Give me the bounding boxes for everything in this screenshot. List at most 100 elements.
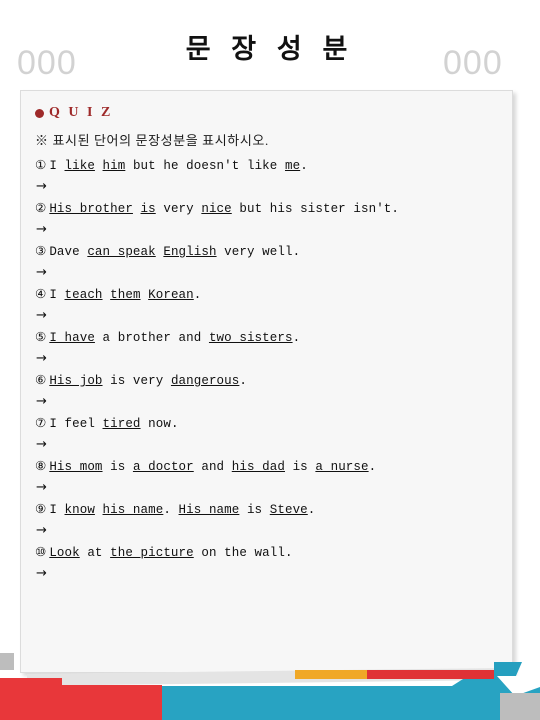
plain-phrase: . [193, 288, 202, 302]
underlined-phrase: his name [102, 503, 164, 517]
quiz-item: ⑥ His job is very dangerous. [35, 372, 504, 388]
underlined-phrase: them [110, 288, 141, 302]
number-placeholder-left: 000 [17, 44, 77, 82]
quiz-item-sentence: His mom is a doctor and his dad is a nur… [49, 460, 376, 474]
quiz-item-marker: ④ [35, 286, 47, 301]
underlined-phrase: Korean [148, 288, 194, 302]
deco-orange-bar [295, 670, 367, 679]
plain-phrase: is very [102, 374, 171, 388]
underlined-phrase: Look [49, 546, 80, 560]
plain-phrase [95, 503, 103, 517]
plain-phrase [95, 159, 103, 173]
quiz-item-sentence: I have a brother and two sisters. [49, 331, 300, 345]
quiz-item-sentence: I like him but he doesn't like me. [49, 159, 307, 173]
quiz-item: ⑤I have a brother and two sisters. [35, 329, 504, 345]
plain-phrase: now. [140, 417, 179, 431]
underlined-phrase: His brother [49, 202, 133, 216]
underlined-phrase: tired [102, 417, 141, 431]
underlined-phrase: nice [201, 202, 232, 216]
underlined-phrase: like [64, 159, 95, 173]
plain-phrase: . [239, 374, 247, 388]
deco-red-bar [367, 670, 506, 679]
quiz-item: ④I teach them Korean. [35, 286, 504, 302]
number-placeholder-right: 000 [443, 44, 503, 82]
underlined-phrase: me [284, 159, 301, 173]
plain-phrase: is [284, 460, 316, 474]
underlined-phrase: can speak [87, 245, 156, 259]
quiz-item: ⑦I feel tired now. [35, 415, 504, 431]
underlined-phrase: two sisters [208, 331, 293, 345]
plain-phrase: I [49, 288, 65, 302]
quiz-heading: Q U I Z [35, 105, 504, 121]
underlined-phrase: a nurse [315, 460, 369, 474]
answer-arrow: → [36, 480, 47, 495]
answer-arrow: → [36, 308, 47, 323]
plain-phrase: is [239, 503, 270, 517]
quiz-item: ⑨I know his name. His name is Steve. [35, 501, 504, 517]
answer-arrow: → [36, 523, 47, 538]
underlined-phrase: teach [64, 288, 103, 302]
plain-phrase: but his sister isn't. [231, 202, 399, 216]
quiz-item-marker: ⑦ [35, 415, 47, 430]
plain-phrase: . [292, 331, 301, 345]
plain-phrase: on the wall. [193, 546, 293, 560]
page-title: 문 장 성 분 [185, 34, 355, 64]
underlined-phrase: a doctor [132, 460, 194, 474]
deco-gray-left-block [0, 653, 14, 670]
quiz-body: Q U I Z ※ 표시된 단어의 문장성분을 표시하시오. ①I like h… [35, 105, 504, 587]
underlined-phrase: is [140, 202, 156, 216]
footer-decoration [0, 640, 540, 720]
underlined-phrase: His job [49, 374, 103, 388]
plain-phrase: at [79, 546, 111, 560]
quiz-item-marker: ① [35, 157, 47, 172]
deco-red-left-block [0, 678, 62, 720]
answer-arrow: → [36, 265, 47, 280]
quiz-heading-label: Q U I Z [49, 105, 113, 120]
quiz-item-sentence: Look at the picture on the wall. [49, 546, 292, 560]
underlined-phrase: dangerous [170, 374, 240, 388]
quiz-instruction: ※ 표시된 단어의 문장성분을 표시하시오. [35, 133, 269, 148]
quiz-item: ①I like him but he doesn't like me. [35, 157, 504, 173]
underlined-phrase: the picture [110, 546, 194, 560]
quiz-item: ⑧ His mom is a doctor and his dad is a nu… [35, 458, 504, 474]
deco-gray-right-block [500, 693, 540, 720]
plain-phrase: I [49, 159, 65, 173]
answer-arrow: → [36, 437, 47, 452]
plain-phrase: Dave [49, 245, 88, 259]
quiz-item: ⑩ Look at the picture on the wall. [35, 544, 504, 560]
quiz-content-card: Q U I Z ※ 표시된 단어의 문장성분을 표시하시오. ①I like h… [20, 90, 513, 673]
plain-phrase [141, 288, 149, 302]
underlined-phrase: I have [49, 331, 95, 345]
plain-phrase: very well. [216, 245, 301, 259]
plain-phrase [133, 202, 141, 216]
plain-phrase: but he doesn't like [125, 159, 285, 173]
quiz-item-marker: ② [35, 200, 47, 215]
quiz-item-sentence: His job is very dangerous. [49, 374, 247, 388]
underlined-phrase: Steve [269, 503, 308, 517]
underlined-phrase: English [163, 245, 217, 259]
quiz-item: ③ Dave can speak English very well. [35, 243, 504, 259]
slide-header: 000 문 장 성 분 000 [0, 0, 540, 90]
quiz-item-marker: ⑩ [35, 544, 47, 559]
plain-phrase: I feel [49, 417, 103, 431]
quiz-item-marker: ⑤ [35, 329, 47, 344]
quiz-item-sentence: His brother is very nice but his sister … [49, 202, 399, 216]
quiz-item-sentence: I know his name. His name is Steve. [49, 503, 315, 517]
plain-phrase: and [193, 460, 232, 474]
answer-arrow: → [36, 351, 47, 366]
plain-phrase: a brother and [94, 331, 209, 345]
plain-phrase: I [49, 503, 65, 517]
underlined-phrase: His mom [49, 460, 103, 474]
answer-arrow: → [36, 394, 47, 409]
quiz-item-list: ①I like him but he doesn't like me. → ② His… [35, 157, 504, 581]
underlined-phrase: him [102, 159, 126, 173]
plain-phrase: . [163, 503, 179, 517]
plain-phrase: . [300, 159, 308, 173]
quiz-item-marker: ⑨ [35, 501, 47, 516]
filled-circle-bullet-icon [35, 108, 44, 118]
quiz-item-marker: ③ [35, 243, 47, 258]
deco-red-left-block-2 [62, 685, 162, 720]
quiz-item-sentence: I feel tired now. [49, 417, 178, 431]
answer-arrow: → [36, 566, 47, 581]
quiz-item-sentence: I teach them Korean. [49, 288, 201, 302]
